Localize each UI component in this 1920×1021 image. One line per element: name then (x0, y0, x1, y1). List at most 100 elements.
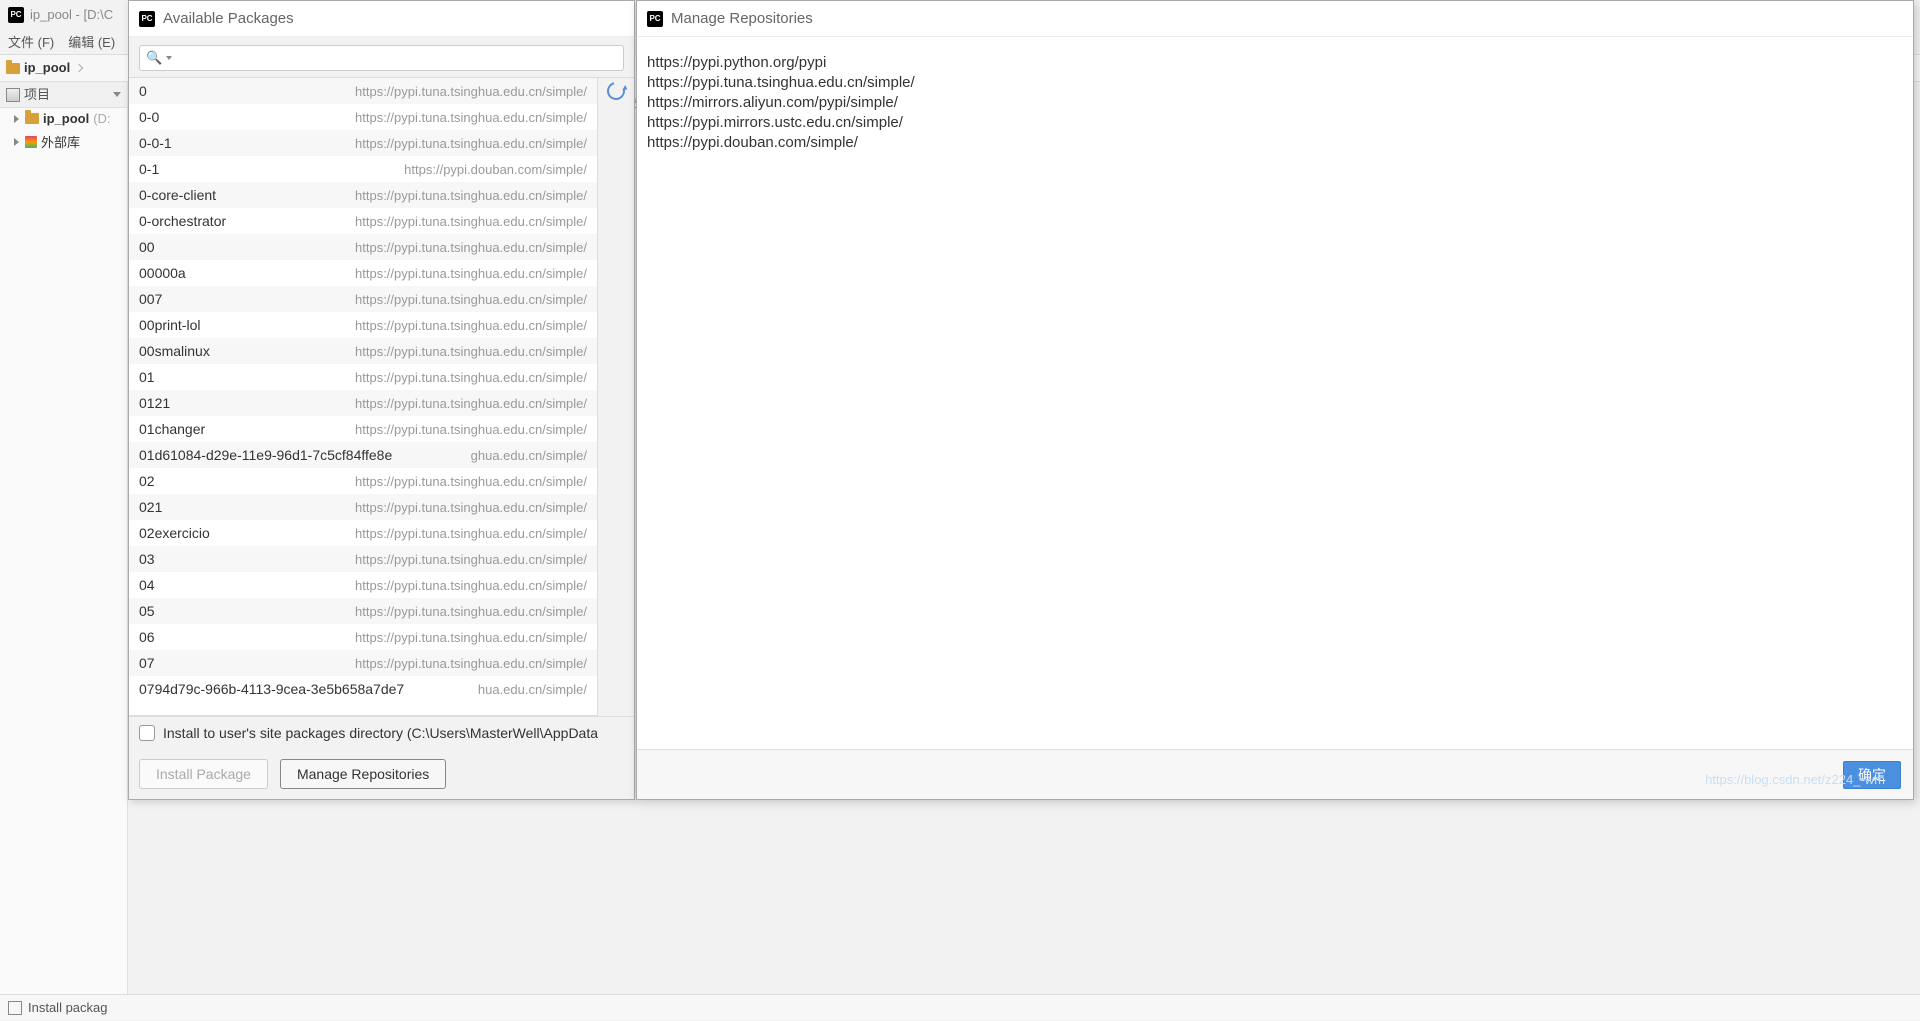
package-source: https://pypi.tuna.tsinghua.edu.cn/simple… (355, 552, 587, 567)
package-name: 05 (139, 603, 155, 619)
pycharm-icon: PC (8, 7, 24, 23)
package-row[interactable]: 01changerhttps://pypi.tuna.tsinghua.edu.… (129, 416, 597, 442)
package-row[interactable]: 00000ahttps://pypi.tuna.tsinghua.edu.cn/… (129, 260, 597, 286)
tree-item-external[interactable]: 外部库 (0, 129, 127, 154)
package-source: hua.edu.cn/simple/ (478, 682, 587, 697)
manage-repositories-button[interactable]: Manage Repositories (280, 759, 446, 789)
project-pane[interactable]: 项目 ip_pool (D: 外部库 (0, 82, 128, 994)
package-name: 07 (139, 655, 155, 671)
package-row[interactable]: 0-0 https://pypi.tuna.tsinghua.edu.cn/sim… (129, 104, 597, 130)
package-name: 01d61084-d29e-11e9-96d1-7c5cf84ffe8e (139, 447, 392, 463)
tree-expand-icon[interactable] (14, 138, 19, 146)
package-row[interactable]: 01d61084-d29e-11e9-96d1-7c5cf84ffe8e ghua… (129, 442, 597, 468)
package-source: ghua.edu.cn/simple/ (471, 448, 587, 463)
package-source: https://pypi.douban.com/simple/ (404, 162, 587, 177)
package-row[interactable]: 05 https://pypi.tuna.tsinghua.edu.cn/simp… (129, 598, 597, 624)
dialog-titlebar[interactable]: PC Available Packages (129, 1, 634, 37)
checkbox-user-site[interactable] (139, 725, 155, 741)
install-user-site-row[interactable]: Install to user's site packages director… (129, 716, 634, 749)
search-input[interactable]: 🔍 (139, 45, 624, 71)
package-row[interactable]: 0121https://pypi.tuna.tsinghua.edu.cn/si… (129, 390, 597, 416)
package-source: https://pypi.tuna.tsinghua.edu.cn/simple… (355, 240, 587, 255)
chevron-down-icon[interactable] (113, 92, 121, 97)
package-source: https://pypi.tuna.tsinghua.edu.cn/simple… (355, 578, 587, 593)
package-side-toolbar (598, 77, 634, 716)
menu-edit[interactable]: 编辑 (E) (68, 32, 115, 52)
package-list[interactable]: 0https://pypi.tuna.tsinghua.edu.cn/simpl… (129, 77, 598, 716)
package-name: 00000a (139, 265, 186, 281)
package-row[interactable]: 00print-lolhttps://pypi.tuna.tsinghua.ed… (129, 312, 597, 338)
manage-repositories-dialog: PC Manage Repositories https://pypi.pyth… (636, 0, 1914, 800)
package-source: https://pypi.tuna.tsinghua.edu.cn/simple… (355, 500, 587, 515)
repository-item[interactable]: https://pypi.douban.com/simple/ (647, 133, 1903, 153)
breadcrumb-root[interactable]: ip_pool (24, 54, 70, 82)
package-name: 01 (139, 369, 155, 385)
install-package-button: Install Package (139, 759, 268, 789)
package-row[interactable]: 021https://pypi.tuna.tsinghua.edu.cn/sim… (129, 494, 597, 520)
package-source: https://pypi.tuna.tsinghua.edu.cn/simple… (355, 604, 587, 619)
status-bar: Install packag (0, 994, 1920, 1020)
project-pane-title: 项目 (24, 82, 50, 108)
status-icon (8, 1001, 22, 1015)
package-row[interactable]: 03 https://pypi.tuna.tsinghua.edu.cn/simp… (129, 546, 597, 572)
package-name: 0-0-1 (139, 135, 172, 151)
package-row[interactable]: 07https://pypi.tuna.tsinghua.edu.cn/simp… (129, 650, 597, 676)
tree-item-project[interactable]: ip_pool (D: (0, 108, 127, 129)
ok-button[interactable]: 确定 (1843, 761, 1901, 789)
menu-file[interactable]: 文件 (F) (8, 32, 54, 52)
repository-item[interactable]: https://pypi.python.org/pypi (647, 53, 1903, 73)
button-label: 确定 (1858, 767, 1886, 783)
pycharm-icon: PC (139, 11, 155, 27)
tree-expand-icon[interactable] (14, 115, 19, 123)
package-source: https://pypi.tuna.tsinghua.edu.cn/simple… (355, 344, 587, 359)
package-row[interactable]: 0-core-clienthttps://pypi.tuna.tsinghua.… (129, 182, 597, 208)
package-name: 0-0 (139, 109, 159, 125)
package-name: 04 (139, 577, 155, 593)
tree-item-label: ip_pool (43, 111, 89, 126)
button-label: Manage Repositories (297, 766, 429, 782)
repository-item[interactable]: https://pypi.mirrors.ustc.edu.cn/simple/ (647, 113, 1903, 133)
package-row[interactable]: 01 https://pypi.tuna.tsinghua.edu.cn/simp… (129, 364, 597, 390)
package-name: 06 (139, 629, 155, 645)
package-source: https://pypi.tuna.tsinghua.edu.cn/simple… (355, 396, 587, 411)
package-source: https://pypi.tuna.tsinghua.edu.cn/simple… (355, 214, 587, 229)
package-row[interactable]: 00smalinux https://pypi.tuna.tsinghua.edu… (129, 338, 597, 364)
repository-item[interactable]: https://pypi.tuna.tsinghua.edu.cn/simple… (647, 73, 1903, 93)
dialog-titlebar[interactable]: PC Manage Repositories (637, 1, 1913, 37)
package-name: 02exercicio (139, 525, 210, 541)
package-name: 0794d79c-966b-4113-9cea-3e5b658a7de7 (139, 681, 404, 697)
package-source: https://pypi.tuna.tsinghua.edu.cn/simple… (355, 370, 587, 385)
available-packages-dialog: PC Available Packages 🔍 0https://pypi.tu… (128, 0, 635, 800)
package-source: https://pypi.tuna.tsinghua.edu.cn/simple… (355, 292, 587, 307)
status-text: Install packag (28, 995, 108, 1021)
package-name: 01changer (139, 421, 205, 437)
package-name: 0-orchestrator (139, 213, 226, 229)
package-row[interactable]: 0-1https://pypi.douban.com/simple/ (129, 156, 597, 182)
repository-item[interactable]: https://mirrors.aliyun.com/pypi/simple/ (647, 93, 1903, 113)
package-row[interactable]: 0794d79c-966b-4113-9cea-3e5b658a7de7 hua.… (129, 676, 597, 702)
package-name: 00print-lol (139, 317, 200, 333)
package-name: 03 (139, 551, 155, 567)
package-row[interactable]: 04 https://pypi.tuna.tsinghua.edu.cn/simp… (129, 572, 597, 598)
dialog-footer: 确定 (637, 749, 1913, 799)
package-row[interactable]: 007https://pypi.tuna.tsinghua.edu.cn/sim… (129, 286, 597, 312)
package-source: https://pypi.tuna.tsinghua.edu.cn/simple… (355, 136, 587, 151)
folder-icon (25, 113, 39, 124)
package-row[interactable]: 0https://pypi.tuna.tsinghua.edu.cn/simpl… (129, 78, 597, 104)
package-source: https://pypi.tuna.tsinghua.edu.cn/simple… (355, 188, 587, 203)
package-row[interactable]: 06https://pypi.tuna.tsinghua.edu.cn/simp… (129, 624, 597, 650)
package-row[interactable]: 02exercicio https://pypi.tuna.tsinghua.ed… (129, 520, 597, 546)
install-user-site-label: Install to user's site packages director… (163, 725, 598, 741)
package-row[interactable]: 00https://pypi.tuna.tsinghua.edu.cn/simp… (129, 234, 597, 260)
button-label: Install Package (156, 766, 251, 782)
package-row[interactable]: 0-0-1 https://pypi.tuna.tsinghua.edu.cn/s… (129, 130, 597, 156)
chevron-down-icon[interactable] (166, 56, 172, 60)
project-pane-header[interactable]: 项目 (0, 82, 127, 108)
package-row[interactable]: 02https://pypi.tuna.tsinghua.edu.cn/simp… (129, 468, 597, 494)
package-row[interactable]: 0-orchestrator https://pypi.tuna.tsinghua… (129, 208, 597, 234)
package-source: https://pypi.tuna.tsinghua.edu.cn/simple… (355, 526, 587, 541)
package-name: 00smalinux (139, 343, 210, 359)
refresh-icon[interactable] (604, 79, 629, 104)
repository-list[interactable]: https://pypi.python.org/pypihttps://pypi… (637, 37, 1913, 749)
package-source: https://pypi.tuna.tsinghua.edu.cn/simple… (355, 110, 587, 125)
